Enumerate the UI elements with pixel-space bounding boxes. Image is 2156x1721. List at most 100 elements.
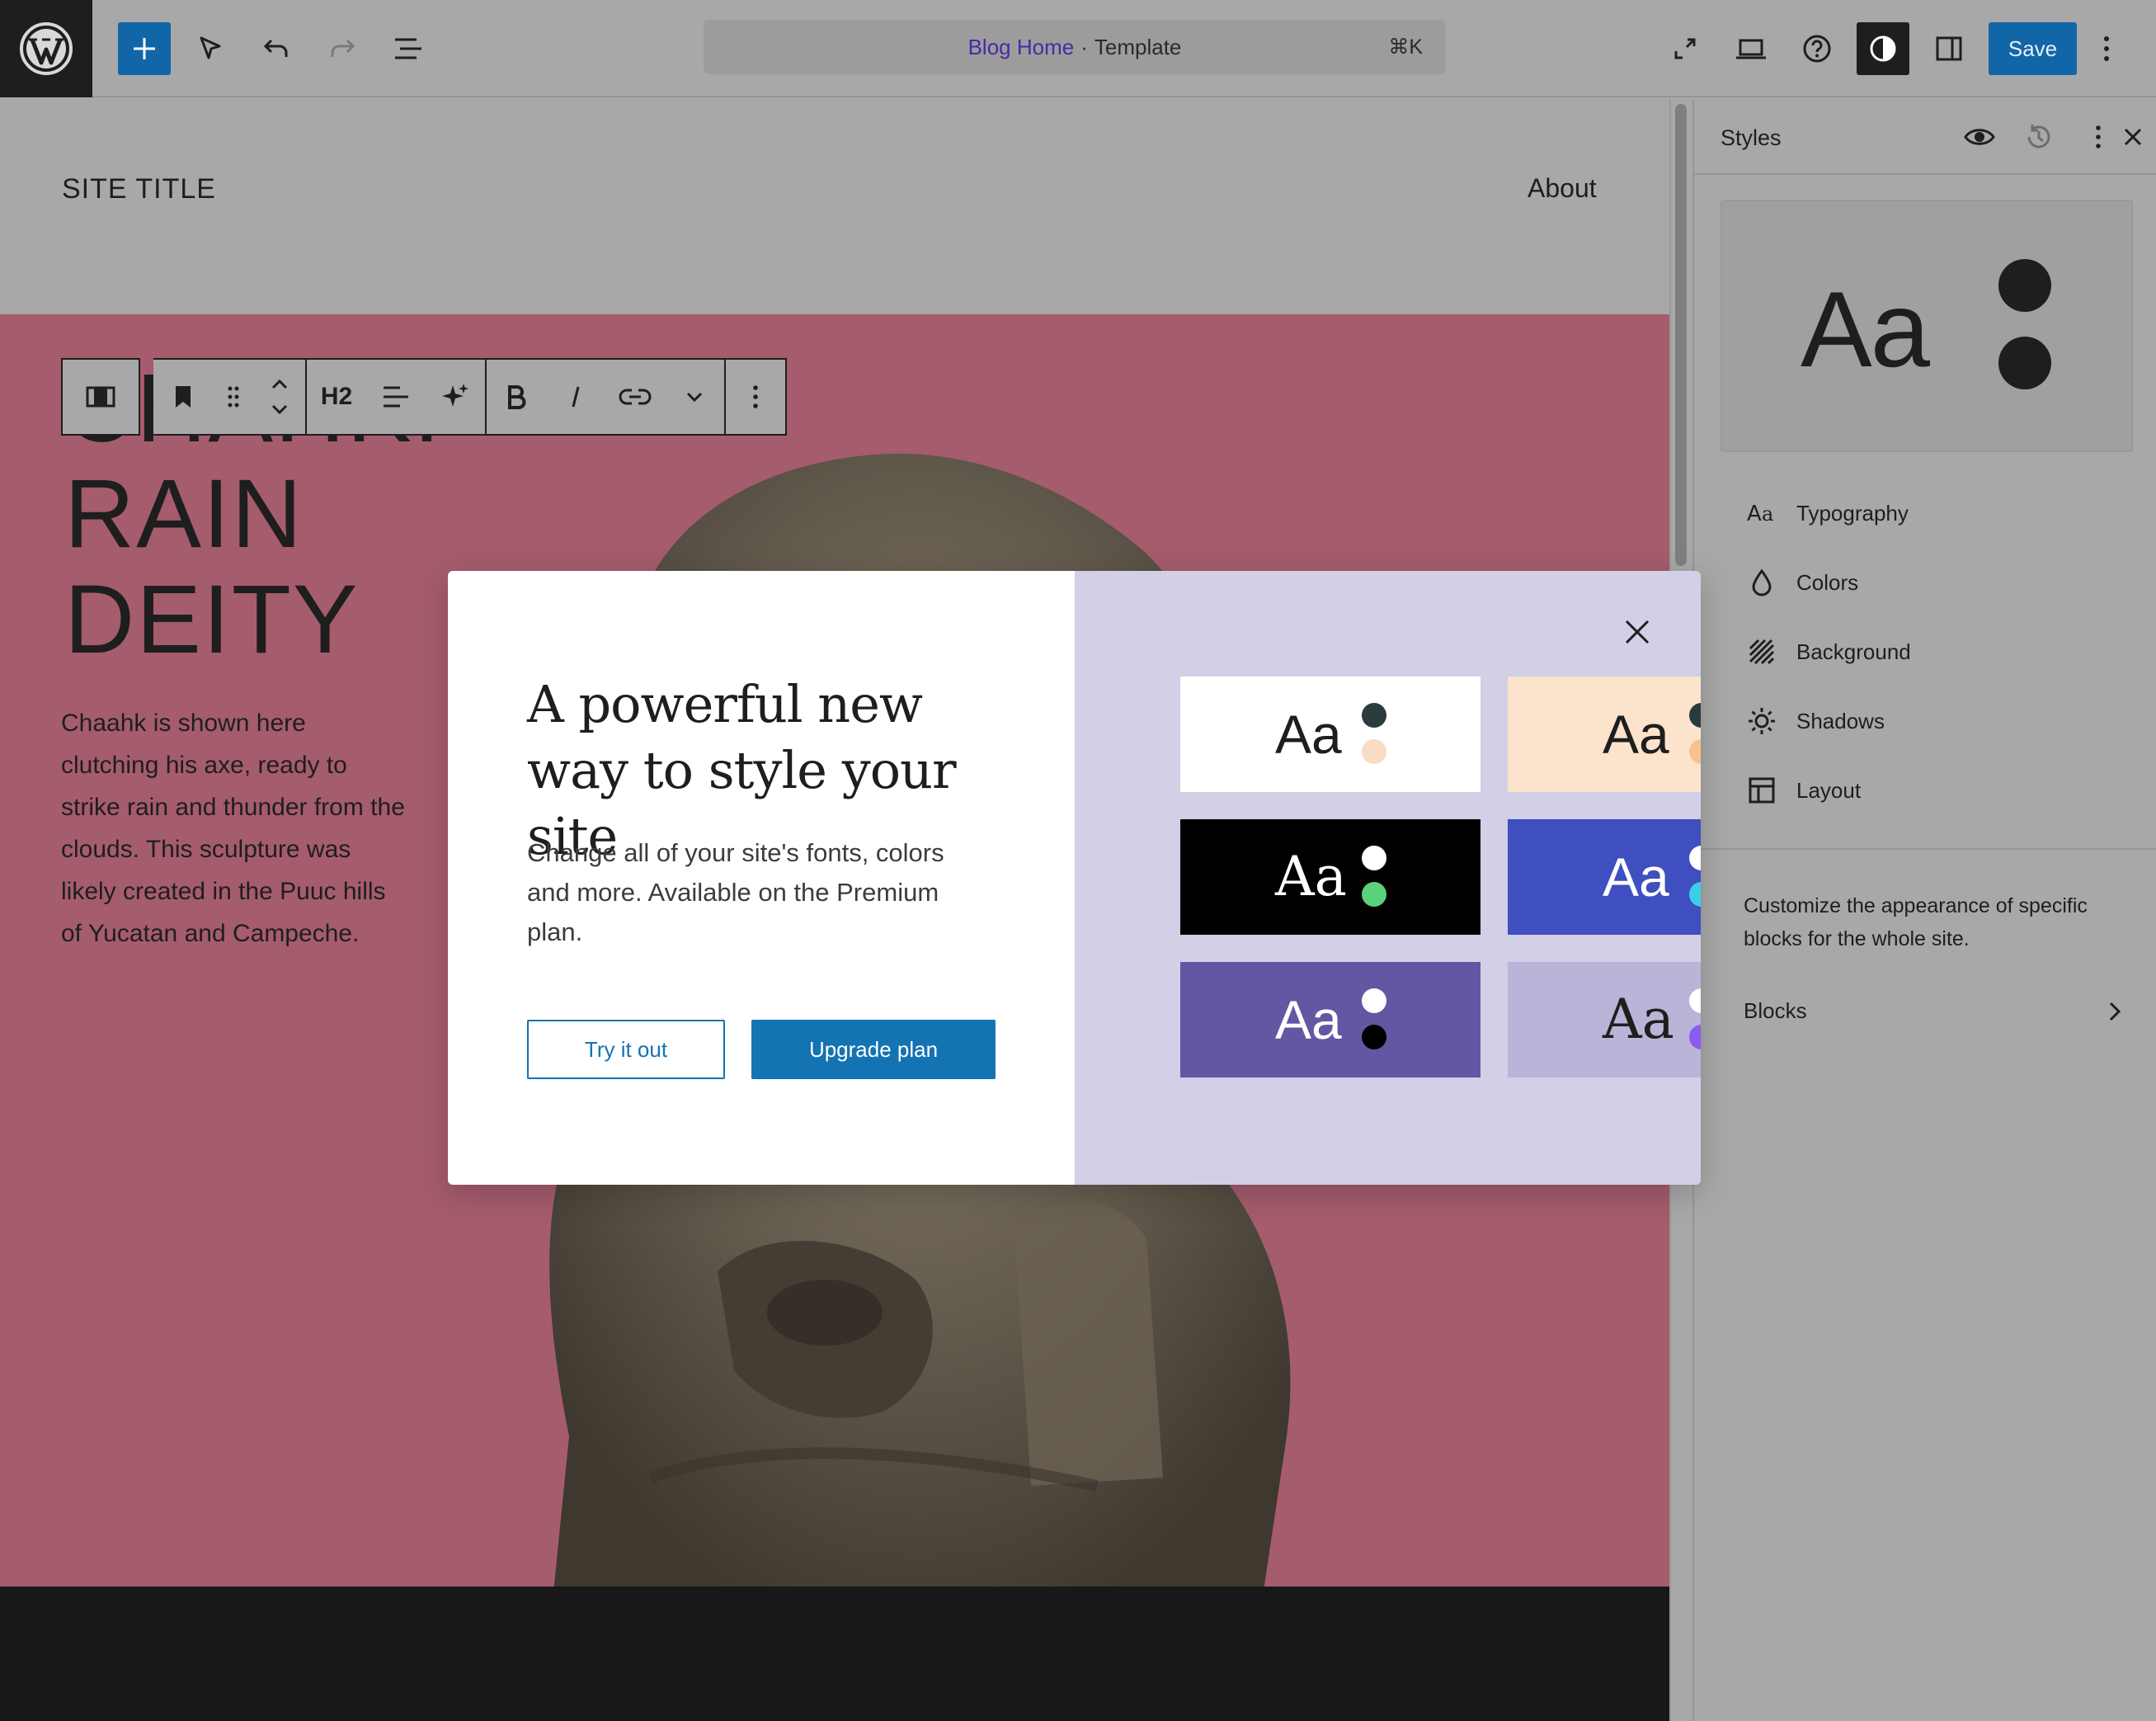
italic-button[interactable] (546, 360, 605, 434)
drag-handle[interactable] (213, 360, 254, 434)
select-parent-button[interactable] (61, 358, 140, 436)
sidebar-item-blocks[interactable]: Blocks (1744, 998, 2123, 1024)
variation-color-dot (1362, 882, 1386, 907)
list-view-icon (395, 38, 421, 59)
document-title[interactable]: Blog Home (968, 35, 1075, 60)
modal-preview-pane: Aa Aa Aa Aa Aa Aa (1075, 571, 1701, 1185)
modal-content-pane: A powerful new way to style your site Ch… (448, 571, 1075, 1185)
document-overview-button[interactable] (382, 22, 435, 75)
desktop-icon (1736, 39, 1766, 59)
link-icon (619, 389, 652, 405)
try-it-out-button[interactable]: Try it out (527, 1020, 725, 1079)
sidebar-title: Styles (1721, 125, 1782, 150)
style-variation-card[interactable]: Aa (1180, 819, 1480, 935)
document-type: Template (1094, 34, 1182, 59)
variation-sample-text: Aa (1603, 846, 1669, 908)
help-button[interactable] (1791, 22, 1843, 75)
select-tool-button[interactable] (184, 22, 237, 75)
more-vertical-icon (753, 385, 758, 408)
block-bookmark-button[interactable] (153, 360, 213, 434)
fullscreen-button[interactable] (1659, 22, 1711, 75)
undo-icon (263, 39, 288, 57)
top-toolbar: Blog Home · Template ⌘K Save (0, 0, 2156, 97)
more-formatting-button[interactable] (665, 360, 724, 434)
chevron-down-icon (686, 392, 703, 403)
chevron-up-down-icon (271, 379, 288, 415)
close-sidebar-button[interactable] (2116, 119, 2149, 155)
sidebar-item-layout[interactable]: Layout (1744, 770, 1861, 811)
sidebar-item-typography[interactable]: Aa Typography (1744, 493, 1909, 534)
style-book-button[interactable] (1961, 119, 1998, 155)
wordpress-logo-icon[interactable] (0, 0, 92, 97)
modal-description: Change all of your site's fonts, colors … (527, 838, 944, 946)
style-variation-card[interactable]: Aa (1508, 677, 1701, 792)
bookmark-icon (176, 386, 191, 408)
heading-level-button[interactable]: H2 (307, 360, 366, 434)
settings-sidebar-button[interactable] (1923, 22, 1975, 75)
bold-button[interactable] (487, 360, 546, 434)
sidebar-item-label: Colors (1796, 569, 1859, 595)
sidebar-options-button[interactable] (2080, 119, 2116, 155)
hero-paragraph[interactable]: Chaahk is shown here clutching his axe, … (61, 702, 407, 955)
eye-icon (1964, 129, 1995, 145)
history-icon (2027, 125, 2050, 149)
move-up-down-button[interactable] (254, 360, 305, 434)
upgrade-modal: A powerful new way to style your site Ch… (448, 571, 1701, 1185)
options-menu-button[interactable] (2090, 22, 2123, 75)
block-options-button[interactable] (726, 360, 785, 434)
variation-color-dot (1362, 1025, 1386, 1049)
ai-assistant-button[interactable] (426, 360, 485, 434)
styles-sidebar: Styles Aa Aa Typography Colors Backgroun… (1692, 99, 2156, 1721)
link-button[interactable] (605, 360, 665, 434)
sidebar-item-label: Blocks (1744, 998, 1807, 1023)
modal-close-button[interactable] (1617, 612, 1657, 652)
sidebar-divider (1694, 848, 2156, 850)
redo-button[interactable] (316, 22, 369, 75)
upgrade-plan-button[interactable]: Upgrade plan (751, 1020, 996, 1079)
contrast-icon (1870, 35, 1896, 62)
align-left-icon (384, 386, 408, 408)
revisions-button[interactable] (2021, 119, 2057, 155)
preview-sample-text: Aa (1801, 269, 1930, 389)
variation-color-dot (1689, 703, 1701, 728)
sparkle-icon (442, 384, 468, 407)
droplet-icon (1744, 568, 1780, 596)
save-button[interactable]: Save (1989, 22, 2077, 75)
footer-area (0, 1587, 1669, 1721)
bold-icon (508, 385, 526, 409)
variation-color-dot (1362, 703, 1386, 728)
sidebar-item-background[interactable]: Background (1744, 631, 1911, 672)
background-icon (1744, 639, 1780, 665)
sidebar-item-shadows[interactable]: Shadows (1744, 700, 1885, 742)
style-variation-card[interactable]: Aa (1180, 962, 1480, 1077)
block-toolbar-group-heading: H2 (307, 358, 487, 436)
chevron-right-icon (2109, 1002, 2121, 1021)
nav-item-about[interactable]: About (1528, 173, 1597, 204)
shortcut-hint: ⌘K (1388, 35, 1423, 59)
style-preview[interactable]: Aa (1721, 200, 2133, 452)
variation-color-dot (1689, 739, 1701, 764)
command-palette-bar[interactable]: Blog Home · Template ⌘K (704, 20, 1446, 74)
device-preview-button[interactable] (1725, 22, 1777, 75)
blocks-description: Customize the appearance of specific blo… (1744, 894, 2088, 950)
align-text-button[interactable] (366, 360, 426, 434)
undo-button[interactable] (250, 22, 303, 75)
variation-sample-text: Aa (1603, 704, 1669, 765)
style-variation-card[interactable]: Aa (1180, 677, 1480, 792)
more-vertical-icon (2096, 125, 2101, 149)
italic-icon (572, 386, 580, 408)
add-block-button[interactable] (118, 22, 171, 75)
block-toolbar-group-main (153, 358, 307, 436)
cover-block-icon (86, 386, 115, 408)
site-title[interactable]: SITE TITLE (62, 173, 216, 205)
redo-icon (331, 39, 355, 57)
canvas-scrollbar-thumb[interactable] (1675, 104, 1687, 566)
sidebar-item-label: Background (1796, 639, 1911, 664)
variation-sample-text: Aa (1603, 988, 1675, 1051)
style-variation-card[interactable]: Aa (1508, 819, 1701, 935)
svg-text:A: A (1747, 502, 1762, 526)
variation-sample-text: Aa (1275, 989, 1342, 1050)
styles-toggle-button[interactable] (1857, 22, 1909, 75)
style-variation-card[interactable]: Aa (1508, 962, 1701, 1077)
sidebar-item-colors[interactable]: Colors (1744, 562, 1858, 603)
